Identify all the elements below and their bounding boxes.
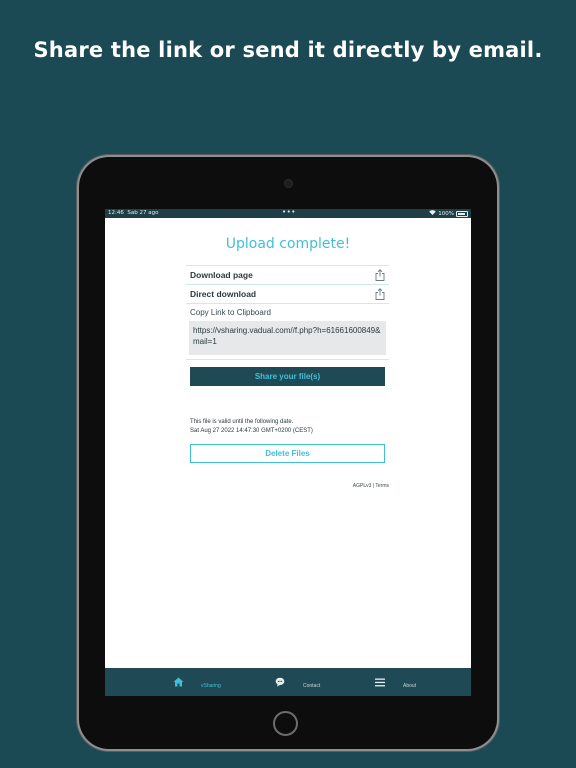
- headline: Share the link or send it directly by em…: [33, 38, 543, 62]
- divider: [186, 303, 389, 304]
- wifi-icon: [429, 210, 437, 217]
- home-icon: [173, 677, 184, 687]
- home-button[interactable]: [273, 711, 298, 736]
- page-title: Upload complete!: [225, 236, 351, 252]
- battery-percent: 100%: [438, 210, 454, 217]
- tab-bar: vSharing Contact About: [105, 668, 471, 696]
- tab-vsharing[interactable]: vSharing: [173, 668, 233, 696]
- validity-line: This file is valid until the following d…: [190, 419, 294, 425]
- battery-icon: [456, 210, 468, 217]
- status-bar: 12:46 Sab 27 ago ••• 100%: [105, 209, 471, 218]
- tab-about[interactable]: About: [375, 668, 435, 696]
- download-page-label: Download page: [190, 270, 253, 280]
- share-icon[interactable]: [375, 269, 385, 281]
- ipad-frame: 12:46 Sab 27 ago ••• 100% Upload complet…: [79, 157, 497, 749]
- link-text-box[interactable]: https://vsharing.vadual.com//f.php?h=616…: [189, 321, 386, 355]
- divider: [186, 359, 389, 360]
- tab-label: Contact: [303, 683, 321, 689]
- status-time: 12:46 Sab 27 ago: [108, 210, 159, 216]
- menu-icon: [375, 678, 385, 687]
- download-page-link[interactable]: Download page: [186, 265, 389, 284]
- delete-files-button[interactable]: Delete Files: [190, 444, 385, 463]
- tab-label: About: [403, 683, 417, 689]
- camera-icon: [284, 179, 293, 188]
- tab-contact[interactable]: Contact: [275, 668, 335, 696]
- share-files-button[interactable]: Share your file(s): [190, 367, 385, 386]
- share-icon[interactable]: [375, 288, 385, 300]
- app-screen: 12:46 Sab 27 ago ••• 100% Upload complet…: [105, 209, 471, 696]
- direct-download-link[interactable]: Direct download: [186, 284, 389, 303]
- status-right: 100%: [429, 210, 468, 217]
- validity-date: Sat Aug 27 2022 14:47:30 GMT+0200 (CEST): [190, 428, 313, 434]
- copy-link-label[interactable]: Copy Link to Clipboard: [190, 308, 271, 317]
- validity-info: This file is valid until the following d…: [190, 418, 313, 436]
- footer-links[interactable]: AGPLv3 | Terms: [353, 483, 389, 489]
- multitask-dots-icon[interactable]: •••: [282, 209, 296, 216]
- tab-label: vSharing: [201, 683, 221, 689]
- direct-download-label: Direct download: [190, 289, 257, 299]
- chat-icon: [275, 677, 285, 687]
